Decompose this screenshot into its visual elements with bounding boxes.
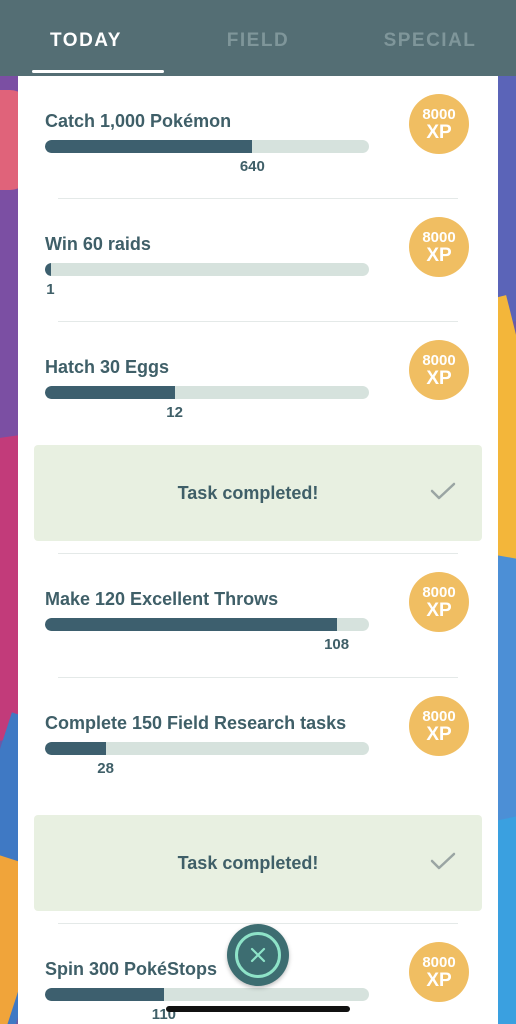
progress-count: 12 (166, 404, 183, 421)
progress-fill (45, 988, 164, 1001)
task-title: Spin 300 PokéStops (45, 959, 218, 979)
completed-task: Task completed! (18, 445, 498, 568)
close-icon (250, 947, 266, 963)
xp-unit: XP (426, 599, 452, 621)
xp-reward-badge: 8000 XP (409, 217, 469, 277)
check-icon (430, 852, 456, 870)
xp-reward-badge: 8000 XP (409, 942, 469, 1002)
xp-unit: XP (426, 723, 452, 745)
progress-fill (45, 263, 51, 276)
progress-count: 640 (239, 158, 265, 175)
xp-amount: 8000 (422, 583, 456, 601)
xp-amount: 8000 (422, 228, 456, 246)
task-title: Win 60 raids (45, 234, 151, 254)
completed-banner[interactable]: Task completed! (34, 815, 482, 911)
progress-fill (45, 618, 337, 631)
tab-special[interactable]: SPECIAL (344, 0, 516, 76)
task-item: Make 120 Excellent Throws 108 8000 XP (18, 554, 498, 678)
progress-bar (45, 742, 369, 755)
xp-unit: XP (426, 121, 452, 143)
check-icon (430, 482, 456, 500)
progress-bar (45, 618, 369, 631)
task-title: Complete 150 Field Research tasks (45, 713, 347, 733)
xp-amount: 8000 (422, 351, 456, 369)
close-button-ring (235, 932, 281, 978)
xp-unit: XP (426, 244, 452, 266)
xp-reward-badge: 8000 XP (409, 94, 469, 154)
progress-fill (45, 140, 253, 153)
task-item: Win 60 raids 1 8000 XP (18, 199, 498, 322)
tab-field[interactable]: FIELD (172, 0, 344, 76)
xp-reward-badge: 8000 XP (409, 340, 469, 400)
task-title: Make 120 Excellent Throws (45, 589, 279, 609)
completed-task: Task completed! (18, 815, 498, 938)
progress-bar (45, 386, 369, 399)
tab-bar: TODAY FIELD SPECIAL (0, 0, 516, 76)
research-list: Catch 1,000 Pokémon 640 8000 XP Win 60 r… (18, 76, 498, 1024)
xp-reward-badge: 8000 XP (409, 696, 469, 756)
home-indicator[interactable] (166, 1006, 350, 1012)
progress-fill (45, 742, 106, 755)
progress-bar (45, 988, 369, 1001)
xp-amount: 8000 (422, 105, 456, 123)
task-item: Catch 1,000 Pokémon 640 8000 XP (18, 76, 498, 199)
xp-amount: 8000 (422, 707, 456, 725)
progress-fill (45, 386, 175, 399)
close-button[interactable] (227, 924, 289, 986)
progress-count: 28 (97, 760, 114, 777)
completed-text: Task completed! (177, 482, 319, 503)
task-title: Hatch 30 Eggs (45, 357, 170, 377)
progress-bar (45, 140, 369, 153)
task-title: Catch 1,000 Pokémon (45, 111, 232, 131)
xp-amount: 8000 (422, 953, 456, 971)
xp-unit: XP (426, 367, 452, 389)
tab-today[interactable]: TODAY (0, 0, 172, 76)
progress-bar (45, 263, 369, 276)
progress-count: 1 (46, 281, 55, 298)
completed-banner[interactable]: Task completed! (34, 445, 482, 541)
progress-count: 108 (324, 636, 350, 653)
task-item: Complete 150 Field Research tasks 28 800… (18, 678, 498, 801)
xp-unit: XP (426, 969, 452, 991)
completed-text: Task completed! (177, 852, 319, 873)
xp-reward-badge: 8000 XP (409, 572, 469, 632)
task-item: Hatch 30 Eggs 12 8000 XP (18, 322, 498, 445)
